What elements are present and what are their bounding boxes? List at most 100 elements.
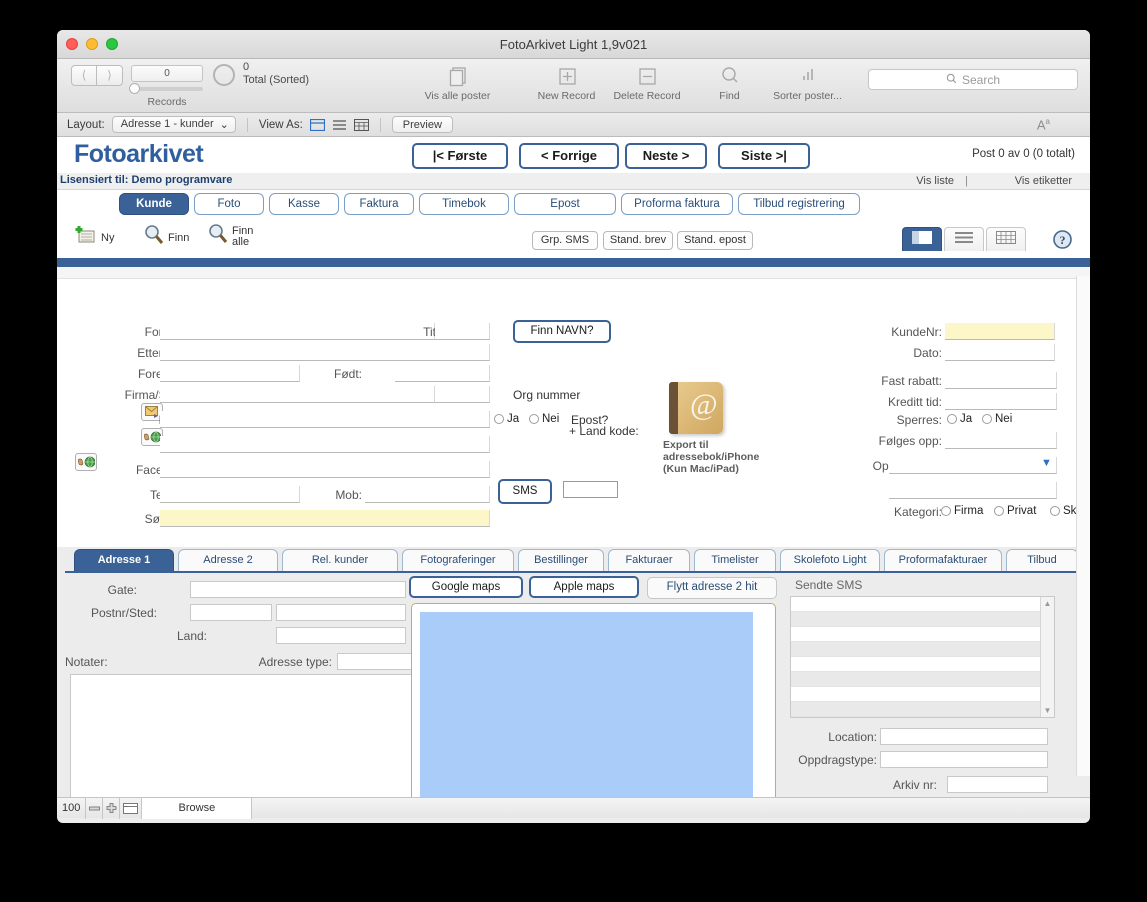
map-tile[interactable]	[420, 612, 753, 797]
finn-alle-button[interactable]: Finn alle	[207, 223, 253, 250]
email-input[interactable]	[160, 411, 490, 428]
view-tab-form[interactable]	[902, 227, 942, 251]
sokefelt-input[interactable]	[160, 510, 490, 527]
subtab-tilbud[interactable]: Tilbud	[1006, 549, 1078, 571]
stand-epost-button[interactable]: Stand. epost	[677, 231, 753, 250]
flytt-adresse-button[interactable]: Flytt adresse 2 hit	[647, 577, 777, 599]
subtab-skolefoto-light[interactable]: Skolefoto Light	[780, 549, 880, 571]
sms-row[interactable]	[791, 612, 1054, 627]
mob-input[interactable]	[365, 486, 490, 503]
delete-record-button[interactable]: Delete Record	[602, 63, 692, 102]
notater-textarea[interactable]	[70, 674, 415, 797]
triangle-down-icon[interactable]: ▼	[1044, 706, 1052, 715]
subtab-rel-kunder[interactable]: Rel. kunder	[282, 549, 398, 571]
subtab-bestillinger[interactable]: Bestillinger	[518, 549, 604, 571]
foresatte-input[interactable]	[160, 365, 300, 382]
epost-nei-radio[interactable]: Nei	[529, 413, 559, 425]
sms-scrollbar[interactable]: ▲ ▼	[1040, 597, 1054, 717]
sperres-ja-radio[interactable]: Ja	[947, 413, 972, 425]
view-list-icon[interactable]	[332, 119, 347, 131]
google-maps-button[interactable]: Google maps	[409, 576, 523, 598]
view-tab-list[interactable]	[944, 227, 984, 251]
minimize-button[interactable]	[86, 38, 98, 50]
kategori-firma-radio[interactable]: Firma	[941, 505, 983, 517]
next-record-button[interactable]: ⟩	[97, 65, 123, 86]
help-button[interactable]: ?	[1053, 230, 1072, 254]
previous-record-button[interactable]: ⟨	[71, 65, 97, 86]
tab-tilbud-registrering[interactable]: Tilbud registrering	[738, 193, 860, 215]
sms-row[interactable]	[791, 672, 1054, 687]
subtab-proformafakturaer[interactable]: Proformafakturaer	[884, 549, 1002, 571]
panel-toggle-button[interactable]	[120, 797, 143, 819]
search-input[interactable]: Search	[868, 69, 1078, 90]
kreditt-tid-input[interactable]	[945, 393, 1057, 410]
fodt-input[interactable]	[395, 365, 490, 382]
oppdragstype-input[interactable]	[880, 751, 1048, 768]
gate-input[interactable]	[190, 581, 406, 598]
next-record-button-big[interactable]: Neste >	[625, 143, 707, 169]
sted-input[interactable]	[276, 604, 406, 621]
text-format-icon[interactable]: Aa	[1037, 117, 1050, 132]
view-form-icon[interactable]	[309, 118, 325, 131]
land-kode-input[interactable]	[563, 481, 618, 498]
grp-sms-button[interactable]: Grp. SMS	[532, 231, 598, 250]
vis-etiketter-link[interactable]: Vis etiketter	[1015, 175, 1072, 187]
fast-rabatt-input[interactable]	[945, 372, 1057, 389]
opprettet-av-input[interactable]	[889, 457, 1057, 474]
new-record-button[interactable]: New Record	[524, 63, 609, 102]
vertical-scrollbar[interactable]	[1076, 276, 1090, 776]
map-frame[interactable]: Google	[411, 603, 776, 797]
sms-row[interactable]	[791, 687, 1054, 702]
tab-kasse[interactable]: Kasse	[269, 193, 339, 215]
telefon-input[interactable]	[160, 486, 300, 503]
ny-button[interactable]: Ny	[75, 225, 114, 250]
show-all-records-button[interactable]: Vis alle poster	[410, 63, 505, 102]
location-input[interactable]	[880, 728, 1048, 745]
chevron-down-icon[interactable]: ▼	[1041, 457, 1052, 469]
first-record-button[interactable]: |< Første	[412, 143, 508, 169]
tab-faktura[interactable]: Faktura	[344, 193, 414, 215]
sort-records-button[interactable]: Sorter poster...	[760, 63, 855, 102]
finn-navn-button[interactable]: Finn NAVN?	[513, 320, 611, 343]
mode-indicator[interactable]: Browse	[142, 797, 253, 819]
studio-input[interactable]	[889, 482, 1057, 499]
sms-button[interactable]: SMS	[498, 479, 552, 504]
record-slider-track[interactable]	[131, 87, 203, 91]
export-addressbook-button[interactable]: Export til adressebok/iPhone (Kun Mac/iP…	[663, 382, 759, 475]
sms-row[interactable]	[791, 642, 1054, 657]
epost-ja-radio[interactable]: Ja	[494, 413, 519, 425]
subtab-adresse-2[interactable]: Adresse 2	[178, 549, 278, 571]
sms-row[interactable]	[791, 702, 1054, 717]
postnr-input[interactable]	[190, 604, 272, 621]
tittel-input[interactable]	[435, 323, 490, 340]
tab-timebok[interactable]: Timebok	[419, 193, 509, 215]
dato-input[interactable]	[945, 344, 1055, 361]
subtab-adresse-1[interactable]: Adresse 1	[74, 549, 174, 571]
last-record-button[interactable]: Siste >|	[718, 143, 810, 169]
land-input[interactable]	[276, 627, 406, 644]
record-number-field[interactable]: 0	[131, 65, 203, 82]
zoom-in-button[interactable]	[103, 797, 121, 819]
sperres-nei-radio[interactable]: Nei	[982, 413, 1012, 425]
apple-maps-button[interactable]: Apple maps	[529, 576, 639, 598]
facebook-input[interactable]	[160, 461, 490, 478]
subtab-fotograferinger[interactable]: Fotograferinger	[402, 549, 514, 571]
sms-row[interactable]	[791, 597, 1054, 612]
tab-epost[interactable]: Epost	[514, 193, 616, 215]
zoom-out-button[interactable]	[86, 797, 104, 819]
subtab-timelister[interactable]: Timelister	[694, 549, 776, 571]
record-slider-knob[interactable]	[129, 83, 140, 94]
maximize-button[interactable]	[106, 38, 118, 50]
firma-skole-input[interactable]	[160, 386, 435, 403]
tab-proforma-faktura[interactable]: Proforma faktura	[621, 193, 733, 215]
layout-select[interactable]: Adresse 1 - kunder ⌄	[111, 116, 236, 133]
org-nummer-input[interactable]	[435, 386, 490, 403]
view-tab-grid[interactable]	[986, 227, 1026, 251]
sendte-sms-list[interactable]: ▲ ▼	[790, 596, 1055, 718]
triangle-up-icon[interactable]: ▲	[1044, 599, 1052, 608]
folges-opp-input[interactable]	[945, 432, 1057, 449]
tab-foto[interactable]: Foto	[194, 193, 264, 215]
stand-brev-button[interactable]: Stand. brev	[603, 231, 673, 250]
etternavn-input[interactable]	[160, 344, 490, 361]
tab-kunde[interactable]: Kunde	[119, 193, 189, 215]
